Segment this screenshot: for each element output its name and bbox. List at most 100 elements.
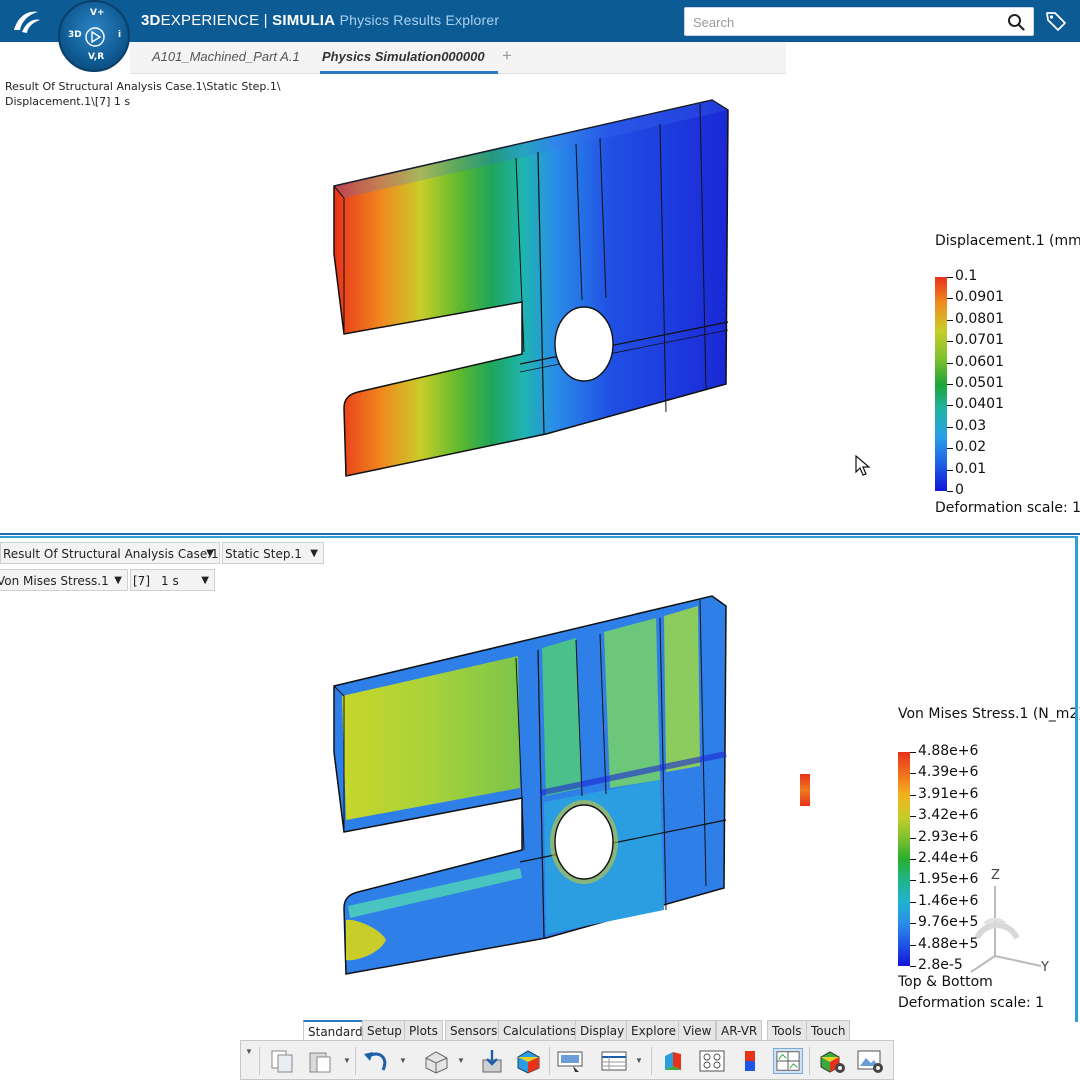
image-settings-icon[interactable] [855,1048,885,1074]
step-dropdown-value: Static Step.1 [225,547,302,561]
split-viewport-icon[interactable] [773,1048,803,1074]
tab-calculations[interactable]: Calculations [498,1020,582,1041]
toolbar-separator [355,1047,356,1075]
tab-view[interactable]: View [678,1020,717,1041]
color-legend-icon[interactable] [735,1048,765,1074]
tab-touch[interactable]: Touch [806,1020,851,1041]
time-dropdown-value: 1 s [161,574,179,588]
result-dropdown[interactable]: Von Mises Stress.1 ▼ [0,569,128,591]
compass-top-label: V+ [90,8,105,18]
paste-dropdown-arrow-icon[interactable]: ▼ [343,1056,351,1065]
table-dropdown-arrow-icon[interactable]: ▼ [635,1056,643,1065]
displacement-legend-value: 0.0701 [955,332,1004,349]
dassault-logo-icon[interactable] [10,6,44,36]
von-mises-legend-value: 4.88e+6 [918,743,979,759]
import-icon[interactable] [477,1048,507,1074]
probe-marker [800,774,810,806]
displacement-legend-tick [947,319,953,321]
compass-widget[interactable]: V+ 3D i V,R [58,0,130,72]
tab-ar-vr[interactable]: AR-VR [716,1020,763,1041]
tab-display[interactable]: Display [575,1020,630,1041]
undo-icon[interactable] [361,1048,391,1074]
von-mises-legend-value: 9.76e+5 [918,914,979,931]
displacement-legend-value: 0.02 [955,439,987,456]
von-mises-legend-value: 3.91e+6 [918,785,979,802]
displacement-legend-tick [947,405,953,407]
bottom-viewport[interactable]: Result Of Structural Analysis Case.1 ▼ S… [0,536,1080,1020]
brand-rest: EXPERIENCE [160,12,260,29]
displacement-legend-title: Displacement.1 (mm) [935,233,1080,249]
simulation-result-icon[interactable] [513,1048,543,1074]
multi-view-icon[interactable] [697,1048,727,1074]
result-settings-icon[interactable] [817,1048,847,1074]
play-icon[interactable] [85,27,105,47]
screen-capture-icon[interactable] [555,1048,585,1074]
axis-y-label: Y [1041,960,1049,975]
von-mises-legend-tick [910,859,916,860]
paste-icon[interactable] [305,1048,335,1074]
von-mises-legend-tick [910,901,916,903]
document-tabs: A101_Machined_Part A.1 Physics Simulatio… [130,42,786,74]
chevron-down-icon: ▼ [114,575,122,586]
undo-dropdown-arrow-icon[interactable]: ▼ [399,1056,407,1065]
table-icon[interactable] [599,1048,629,1074]
von-mises-legend-value: 2.93e+6 [918,828,979,845]
frame-dropdown[interactable]: [7] 1 s ▼ [130,569,215,591]
displacement-legend-value: 0.0601 [955,353,1004,370]
tag-icon[interactable] [1044,9,1068,33]
compass-right-label: i [118,30,122,40]
displacement-deformation-scale: Deformation scale: 1 [935,500,1080,516]
toolbar-separator [549,1047,550,1075]
displacement-legend-value: 0.1 [955,268,978,284]
product-name: SIMULIA [272,12,336,29]
von-mises-legend-tick [910,752,916,753]
contour-plot-icon[interactable] [659,1048,689,1074]
tab-tools[interactable]: Tools [767,1020,807,1041]
geometry-dropdown-arrow-icon[interactable]: ▼ [457,1056,465,1065]
result-path-line2: Displacement.1\[7] 1 s [5,95,131,108]
displacement-legend-tick [947,298,953,300]
viewport-divider[interactable] [0,533,1080,535]
frame-dropdown-value: [7] [133,574,150,588]
tab-plots[interactable]: Plots [404,1020,443,1041]
tab-physics-simulation[interactable]: Physics Simulation000000 [322,49,485,64]
collapse-chevron-icon[interactable]: ▼ [245,1047,253,1056]
displacement-legend-tick [947,362,953,364]
tab-setup[interactable]: Setup [362,1020,407,1041]
von-mises-legend-value: 4.39e+6 [918,764,979,781]
search-box[interactable] [684,7,1034,36]
tab-explore[interactable]: Explore [626,1020,682,1041]
result-dropdown-value: Von Mises Stress.1 [0,574,109,588]
result-path-line1: Result Of Structural Analysis Case.1\Sta… [5,80,281,93]
von-mises-legend-tick [910,923,916,925]
von-mises-model-view[interactable] [320,588,740,988]
chevron-down-icon: ▼ [206,548,214,559]
chevron-down-icon: ▼ [310,548,318,559]
step-dropdown[interactable]: Static Step.1 ▼ [222,542,324,564]
compass-left-label: 3D [68,30,82,40]
part-geometry-icon[interactable] [421,1048,451,1074]
toolbar-separator [259,1047,260,1075]
von-mises-legend-value: 1.46e+6 [918,892,979,909]
tab-sensors[interactable]: Sensors [445,1020,503,1041]
tab-machined-part[interactable]: A101_Machined_Part A.1 [152,49,300,64]
tab-standard[interactable]: Standard [303,1020,368,1041]
displacement-model-view[interactable] [320,94,740,484]
displacement-legend-tick [947,426,953,428]
search-icon[interactable] [1007,13,1025,31]
displacement-legend-value: 0.0901 [955,289,1004,306]
displacement-legend-value: 0 [955,482,964,498]
copy-icon[interactable] [267,1048,297,1074]
displacement-legend-tick [947,384,953,385]
title-separator: | [259,12,273,29]
von-mises-legend-tick [910,837,916,839]
top-viewport[interactable]: Result Of Structural Analysis Case.1\Sta… [0,74,1080,534]
toolbar-separator [809,1047,810,1075]
von-mises-legend-value: 3.42e+6 [918,807,979,824]
action-toolbar: ▼ ▼ ▼ ▼ ▼ [240,1040,894,1080]
app-window: 3DEXPERIENCE | SIMULIA Physics Results E… [0,0,1080,1080]
search-input[interactable] [693,13,993,31]
case-dropdown[interactable]: Result Of Structural Analysis Case.1 ▼ [0,542,220,564]
add-tab-button[interactable]: + [502,46,512,66]
chevron-down-icon: ▼ [201,575,209,586]
